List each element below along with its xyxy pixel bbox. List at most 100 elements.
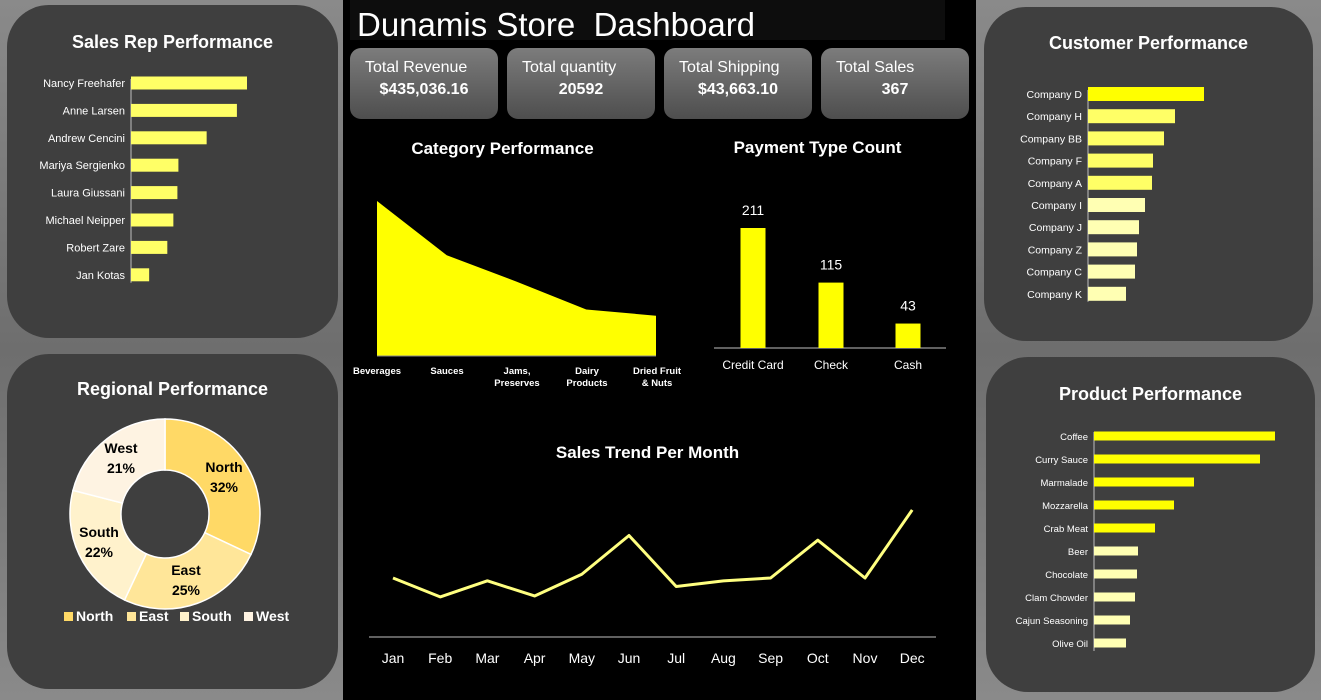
slice-value-label: 22%	[85, 544, 114, 560]
bar	[1094, 546, 1138, 556]
area-series	[377, 201, 656, 356]
category-label: Laura Giussani	[51, 188, 125, 200]
legend-label: West	[256, 608, 290, 624]
category-label: Dried Fruit & Nuts	[633, 366, 682, 389]
slice-name-label: North	[205, 459, 242, 475]
category-label: Company A	[1028, 178, 1082, 190]
category-label: Olive Oil	[1052, 639, 1088, 650]
category-label: Michael Neipper	[46, 215, 126, 227]
category-label: Company BB	[1020, 133, 1082, 145]
trend-line	[392, 509, 914, 599]
month-label: May	[569, 650, 595, 666]
bar	[1094, 500, 1174, 510]
bar	[1094, 523, 1155, 533]
month-label: Aug	[711, 650, 736, 666]
category-label: Cash	[894, 358, 922, 372]
bar	[1088, 153, 1153, 168]
category-label: Company Z	[1028, 244, 1083, 256]
bar	[1088, 131, 1164, 146]
bar	[131, 131, 207, 145]
category-label: Anne Larsen	[63, 105, 125, 117]
bar	[1094, 569, 1137, 579]
category-label: Company J	[1029, 222, 1082, 234]
legend-swatch	[127, 612, 136, 621]
slice-name-label: West	[104, 440, 138, 456]
month-label: Jul	[667, 650, 685, 666]
bar	[1088, 264, 1135, 279]
bar	[1094, 431, 1275, 441]
category-label: Beer	[1068, 547, 1088, 558]
category-label: Clam Chowder	[1025, 593, 1088, 604]
category-label: Cajun Seasoning	[1016, 616, 1088, 627]
bar	[131, 240, 168, 254]
month-label: Feb	[428, 650, 452, 666]
slice-name-label: East	[171, 562, 201, 578]
bar	[1094, 615, 1130, 625]
bar	[818, 282, 844, 348]
category-label: Company D	[1027, 89, 1083, 101]
category-label: Jams, Preserves	[494, 366, 539, 389]
legend-swatch	[244, 612, 253, 621]
category-label: Nancy Freehafer	[43, 78, 125, 90]
slice-value-label: 32%	[210, 479, 239, 495]
month-label: Nov	[853, 650, 878, 666]
legend-swatch	[64, 612, 73, 621]
category-label: Check	[814, 358, 849, 372]
legend-label: North	[76, 608, 113, 624]
month-label: Jan	[382, 650, 405, 666]
data-label: 43	[900, 298, 916, 314]
bar	[131, 186, 178, 200]
category-label: Company C	[1027, 267, 1083, 279]
bar	[131, 213, 174, 227]
bar	[740, 228, 766, 348]
bar	[131, 158, 179, 172]
legend-label: South	[192, 608, 232, 624]
bar	[1094, 454, 1260, 464]
legend-label: East	[139, 608, 169, 624]
month-label: Oct	[807, 650, 829, 666]
category-label: Credit Card	[722, 358, 783, 372]
month-label: Jun	[618, 650, 641, 666]
bar	[131, 103, 237, 117]
slice-value-label: 25%	[172, 582, 201, 598]
bar	[1094, 592, 1135, 602]
month-label: Mar	[475, 650, 499, 666]
category-label: Curry Sauce	[1035, 455, 1088, 466]
category-label: Crab Meat	[1044, 524, 1089, 535]
data-label: 211	[742, 202, 765, 218]
category-label: Beverages	[353, 366, 401, 377]
category-label: Mozzarella	[1042, 501, 1089, 512]
category-label: Coffee	[1060, 432, 1088, 443]
month-label: Sep	[758, 650, 783, 666]
month-label: Dec	[900, 650, 925, 666]
bar	[131, 76, 247, 90]
bar	[1088, 87, 1204, 101]
category-label: Sauces	[430, 366, 463, 377]
bar	[1094, 638, 1126, 648]
data-label: 115	[820, 257, 843, 273]
category-label: Jan Kotas	[76, 270, 125, 282]
bar	[1088, 242, 1137, 257]
bar	[1094, 477, 1194, 487]
category-label: Company I	[1031, 200, 1082, 212]
bar	[1088, 109, 1175, 124]
bar	[895, 323, 921, 348]
category-label: Mariya Sergienko	[39, 160, 125, 172]
slice-value-label: 21%	[107, 460, 136, 476]
month-label: Apr	[524, 650, 546, 666]
category-label: Company K	[1027, 289, 1082, 301]
bar	[131, 268, 150, 282]
category-label: Chocolate	[1045, 570, 1088, 581]
bar	[1088, 220, 1139, 235]
category-label: Andrew Cencini	[48, 133, 125, 145]
slice-name-label: South	[79, 524, 119, 540]
bar	[1088, 175, 1152, 190]
category-label: Dairy Products	[566, 366, 607, 389]
charts-layer: Nancy Freehafer Anne Larsen Andrew Cencini…	[39, 76, 1275, 666]
category-label: Robert Zare	[66, 242, 125, 254]
category-label: Company F	[1028, 156, 1082, 168]
category-label: Marmalade	[1040, 478, 1088, 489]
legend-swatch	[180, 612, 189, 621]
category-label: Company H	[1027, 111, 1082, 123]
bar	[1088, 198, 1145, 212]
